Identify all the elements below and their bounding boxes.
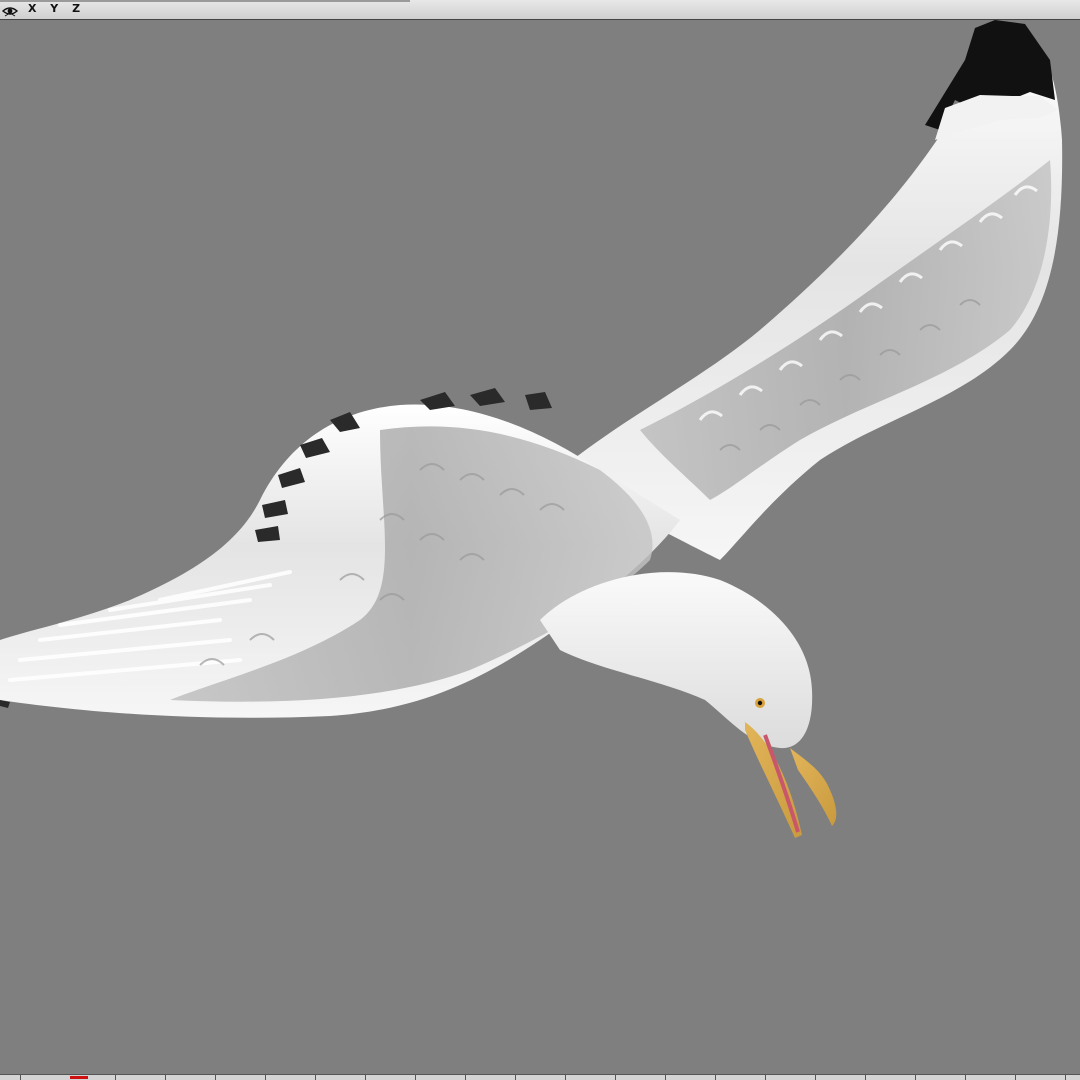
timeline-ruler[interactable] xyxy=(0,1074,1080,1080)
timeline-tick xyxy=(465,1075,466,1080)
timeline-tick xyxy=(365,1075,366,1080)
axis-toggle-label[interactable]: X Y Z xyxy=(28,2,85,15)
eye-icon[interactable] xyxy=(1,3,19,17)
3d-viewport[interactable] xyxy=(0,20,1080,1074)
viewport-window: X Y Z xyxy=(0,0,1080,1080)
timeline-tick xyxy=(20,1075,21,1080)
timeline-tick xyxy=(715,1075,716,1080)
timeline-tick xyxy=(515,1075,516,1080)
timeline-tick xyxy=(215,1075,216,1080)
timeline-tick xyxy=(565,1075,566,1080)
timeline-tick xyxy=(165,1075,166,1080)
timeline-tick xyxy=(765,1075,766,1080)
timeline-tick xyxy=(915,1075,916,1080)
timeline-tick xyxy=(415,1075,416,1080)
current-frame-marker[interactable] xyxy=(70,1076,88,1079)
timeline-tick xyxy=(965,1075,966,1080)
timeline-tick xyxy=(815,1075,816,1080)
timeline-tick xyxy=(315,1075,316,1080)
timeline-tick xyxy=(665,1075,666,1080)
seagull-render xyxy=(0,20,1063,838)
timeline-tick xyxy=(615,1075,616,1080)
seagull-body xyxy=(540,572,813,749)
viewport-toolbar: X Y Z xyxy=(0,0,1080,20)
timeline-tick xyxy=(265,1075,266,1080)
timeline-tick xyxy=(115,1075,116,1080)
timeline-tick xyxy=(865,1075,866,1080)
timeline-tick xyxy=(1015,1075,1016,1080)
timeline-tick xyxy=(1065,1075,1066,1080)
left-wing xyxy=(0,388,680,718)
right-wing xyxy=(560,20,1063,560)
